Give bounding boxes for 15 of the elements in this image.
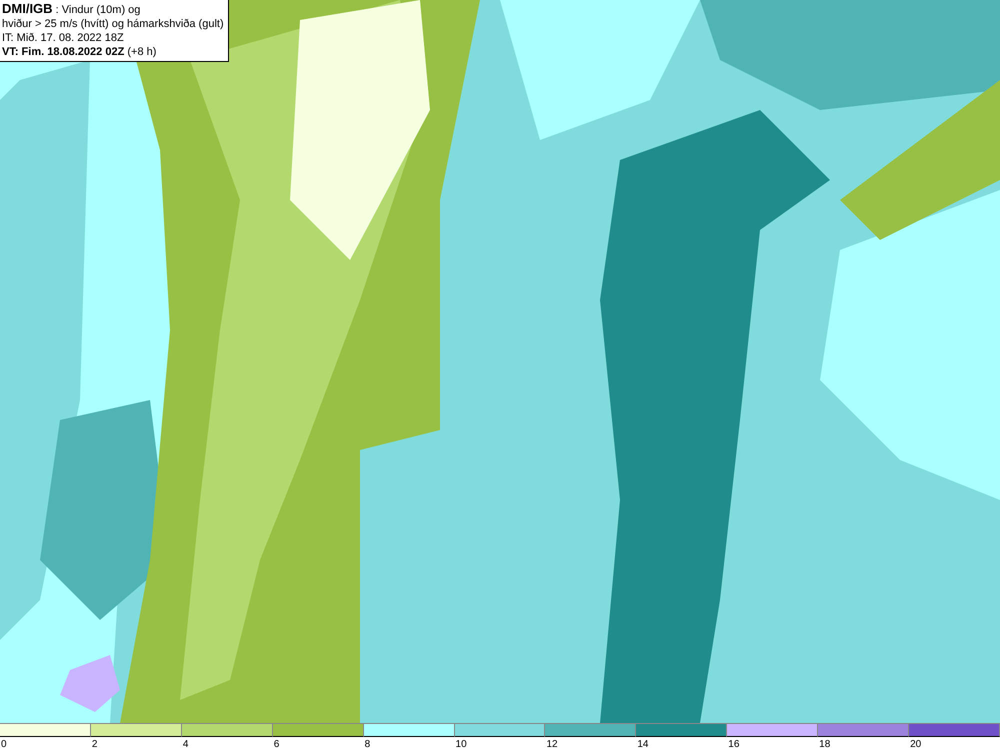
legend-tick-label: 16 <box>728 739 740 750</box>
info-line: DMI/IGB : Vindur (10m) og <box>2 2 142 17</box>
info-line: IT: Mið. 17. 08. 2022 18Z <box>2 31 125 45</box>
legend-tick-label: 0 <box>1 739 7 750</box>
legend-tick-label: 18 <box>819 739 830 750</box>
info-line: VT: Fim. 18.08.2022 02Z (+8 h) <box>2 45 158 59</box>
legend-tick-label: 4 <box>182 739 188 750</box>
legend-tick-label: 6 <box>274 739 280 750</box>
legend-tick-label: 10 <box>456 739 467 750</box>
legend-tick-label: 20 <box>910 739 922 750</box>
info-line: hviður > 25 m/s (hvítt) og hámarkshviða (gult) <box>2 17 224 31</box>
legend-tick-label: 14 <box>637 739 648 750</box>
legend-tick-label: 8 <box>364 739 370 750</box>
legend-tick-label: 12 <box>546 739 558 750</box>
legend-tick-label: 2 <box>92 739 98 750</box>
